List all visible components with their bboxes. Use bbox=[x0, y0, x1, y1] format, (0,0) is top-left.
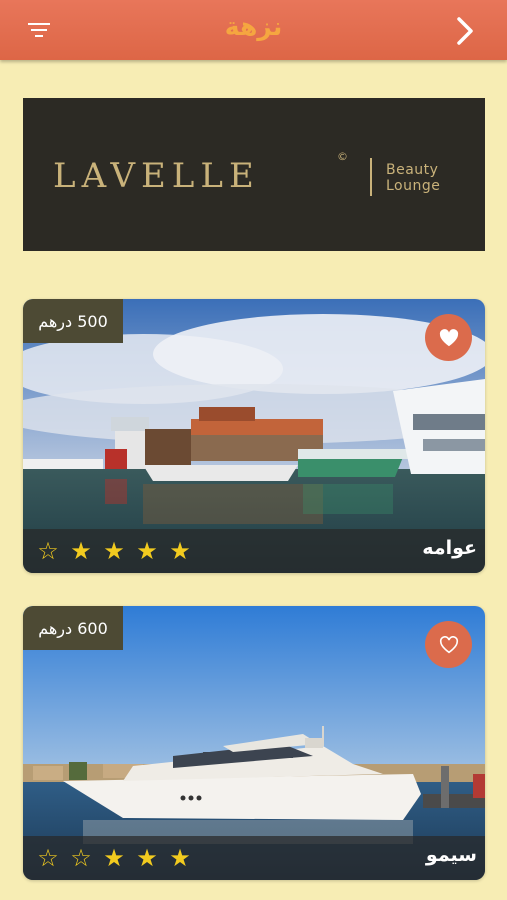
star-empty-icon: ☆ bbox=[37, 844, 59, 872]
heart-filled-icon bbox=[439, 328, 458, 346]
page-title: نزهة bbox=[224, 12, 283, 41]
banner-subtitle: Beauty Lounge bbox=[386, 162, 440, 194]
banner-subtitle-line2: Lounge bbox=[386, 178, 441, 194]
price-badge: 500 درهم bbox=[23, 299, 123, 343]
price-badge: 600 درهم bbox=[23, 606, 123, 650]
card-footer: ☆ ☆ ★ ★ ★ سيمو bbox=[23, 836, 485, 880]
favorite-button[interactable] bbox=[425, 621, 472, 668]
promo-banner[interactable]: LAVELLE © Beauty Lounge bbox=[23, 98, 485, 251]
star-empty-icon: ☆ bbox=[37, 537, 59, 565]
star-filled-icon: ★ bbox=[103, 537, 125, 565]
listing-name: سيمو bbox=[425, 844, 477, 866]
rating-stars: ☆ ★ ★ ★ ★ bbox=[35, 537, 193, 565]
banner-subtitle-line1: Beauty bbox=[386, 162, 439, 178]
banner-copyright: © bbox=[337, 150, 348, 163]
star-filled-icon: ★ bbox=[70, 537, 92, 565]
app-header: نزهة bbox=[0, 0, 507, 60]
star-empty-icon: ☆ bbox=[70, 844, 92, 872]
favorite-button[interactable] bbox=[425, 314, 472, 361]
star-filled-icon: ★ bbox=[136, 844, 158, 872]
listing-name: عوامه bbox=[422, 537, 477, 559]
banner-divider bbox=[370, 158, 372, 196]
chevron-right-icon[interactable] bbox=[452, 16, 478, 46]
star-filled-icon: ★ bbox=[169, 844, 191, 872]
star-filled-icon: ★ bbox=[136, 537, 158, 565]
star-filled-icon: ★ bbox=[103, 844, 125, 872]
rating-stars: ☆ ☆ ★ ★ ★ bbox=[35, 844, 193, 872]
listing-card[interactable]: 600 درهم ☆ ☆ ★ ★ ★ سيمو bbox=[23, 606, 485, 880]
heart-outline-icon bbox=[439, 635, 458, 653]
listing-card[interactable]: 500 درهم ☆ ★ ★ ★ ★ عوامه bbox=[23, 299, 485, 573]
banner-brand: LAVELLE bbox=[53, 156, 260, 196]
card-footer: ☆ ★ ★ ★ ★ عوامه bbox=[23, 529, 485, 573]
star-filled-icon: ★ bbox=[169, 537, 191, 565]
